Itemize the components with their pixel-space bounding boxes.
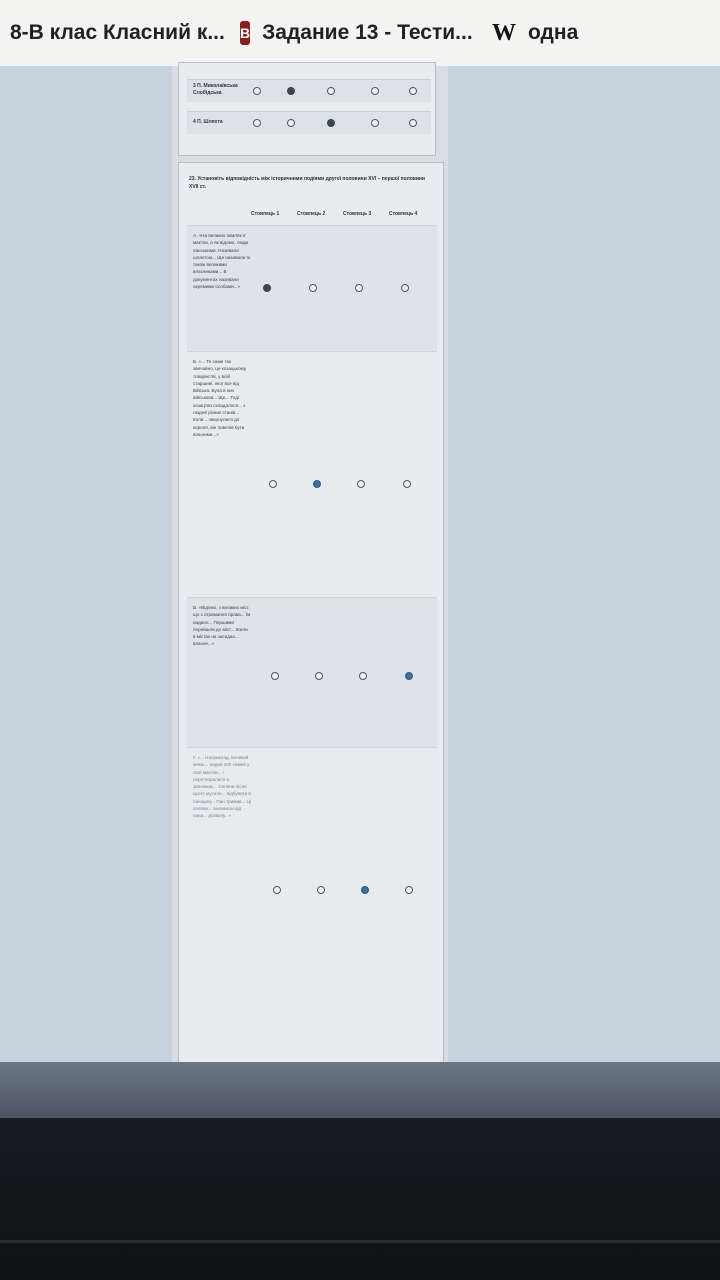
column-header: Стовпець 1	[251, 211, 280, 217]
matrix-row: Б. «... Те саме так звичайно, це козацьк…	[187, 351, 437, 598]
radio-button[interactable]	[401, 284, 409, 292]
row-statement: В. «Відомо, з великих міст, що з отриман…	[193, 605, 251, 647]
column-header: Стовпець 3	[343, 211, 372, 217]
row-statement: Г. «... Наприклад, великий князь... нада…	[193, 755, 251, 819]
form-column: 3 П. Миколаївська Слобідська 4 П. Шляхта…	[172, 62, 448, 1064]
radio-button[interactable]	[327, 87, 335, 95]
radio-button[interactable]	[409, 119, 417, 127]
radio-button[interactable]	[269, 480, 277, 488]
radio-button[interactable]	[287, 119, 295, 127]
radio-button[interactable]	[361, 886, 369, 894]
tab-title: одна	[528, 21, 579, 44]
radio-button[interactable]	[313, 480, 321, 488]
radio-button[interactable]	[253, 119, 261, 127]
radio-button[interactable]	[355, 284, 363, 292]
laptop-bezel	[0, 1118, 720, 1280]
radio-button[interactable]	[403, 480, 411, 488]
question-card: 23. Установіть відповідність між історич…	[178, 162, 444, 1064]
matrix-row: В. «Відомо, з великих міст, що з отриман…	[187, 597, 437, 748]
radio-button[interactable]	[327, 119, 335, 127]
radio-button[interactable]	[271, 672, 279, 680]
bezel-hinge	[0, 1240, 720, 1243]
radio-button[interactable]	[317, 886, 325, 894]
radio-button[interactable]	[263, 284, 271, 292]
column-header: Стовпець 4	[389, 211, 418, 217]
grid-row: 4 П. Шляхта	[187, 111, 431, 134]
radio-button[interactable]	[359, 672, 367, 680]
radio-button[interactable]	[405, 886, 413, 894]
tab-title: Задание 13 - Тести...	[262, 21, 473, 44]
column-header: Стовпець 2	[297, 211, 326, 217]
matrix-row: А. «На великих землях її маєтки, а як ві…	[187, 225, 437, 352]
row-statement: А. «На великих землях її маєтки, а як ві…	[193, 233, 251, 290]
radio-button[interactable]	[357, 480, 365, 488]
radio-button[interactable]	[309, 284, 317, 292]
row-label: 4 П. Шляхта	[193, 119, 223, 125]
taskbar	[0, 1062, 720, 1118]
wikipedia-icon: W	[492, 19, 516, 46]
tab-wikipedia[interactable]: W одна	[482, 0, 682, 66]
tab-title: 8-В клас Класний к...	[10, 21, 225, 44]
previous-question-card: 3 П. Миколаївська Слобідська 4 П. Шляхта	[178, 62, 436, 156]
question-title: 23. Установіть відповідність між історич…	[189, 176, 426, 190]
matrix-row: Г. «... Наприклад, великий князь... нада…	[187, 747, 437, 1048]
browser-tab-strip: 8-В клас Класний к... В Задание 13 - Тес…	[0, 0, 720, 68]
page-viewport: 3 П. Миколаївська Слобідська 4 П. Шляхта…	[0, 62, 720, 1064]
radio-button[interactable]	[371, 87, 379, 95]
radio-button[interactable]	[409, 87, 417, 95]
v-icon: В	[240, 21, 251, 45]
radio-button[interactable]	[253, 87, 261, 95]
row-statement: Б. «... Те саме так звичайно, це козацьк…	[193, 359, 247, 437]
row-label: 3 П. Миколаївська Слобідська	[193, 83, 238, 96]
radio-button[interactable]	[405, 672, 413, 680]
radio-button[interactable]	[371, 119, 379, 127]
radio-button[interactable]	[315, 672, 323, 680]
tab-class-diary[interactable]: 8-В клас Класний к...	[0, 0, 230, 66]
radio-button[interactable]	[273, 886, 281, 894]
grid-row: 3 П. Миколаївська Слобідська	[187, 79, 431, 102]
radio-button[interactable]	[287, 87, 295, 95]
tab-test-task[interactable]: В Задание 13 - Тести...	[230, 0, 482, 66]
